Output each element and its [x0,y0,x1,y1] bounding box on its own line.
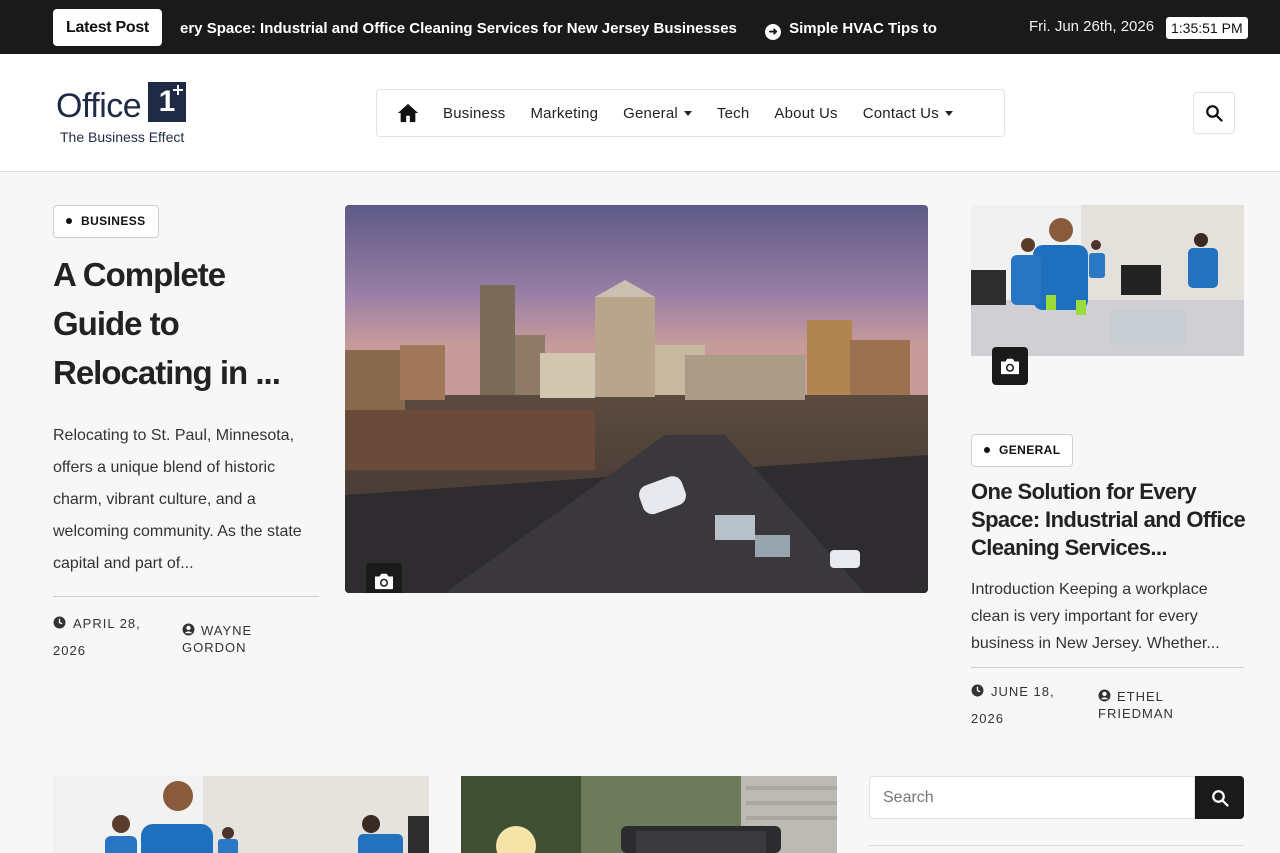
user-icon [182,623,195,636]
dot-icon [984,447,990,453]
sidebar-search-input[interactable] [869,776,1195,819]
site-header: Office 1 The Business Effect Business Ma… [0,54,1280,172]
logo-tagline: The Business Effect [60,129,185,145]
camera-badge [366,563,402,593]
search-icon [1206,105,1223,122]
post-thumbnail[interactable] [971,205,1244,356]
camera-icon [375,573,393,590]
city-skyline-image [345,205,928,593]
post-excerpt: Introduction Keeping a workplace clean i… [971,581,1220,652]
site-logo[interactable]: Office 1 The Business Effect [56,81,196,149]
home-icon[interactable] [397,102,419,124]
category-tag-general[interactable]: GENERAL [971,434,1074,467]
post-excerpt: Relocating to St. Paul, Minnesota, offer… [53,427,302,572]
divider [869,845,1244,846]
featured-post-image[interactable] [345,205,928,593]
divider [971,667,1244,668]
camera-badge [992,347,1028,385]
nav-item-tech[interactable]: Tech [717,105,750,122]
ticker-item-text: Simple HVAC Tips to [789,20,937,37]
news-ticker: ery Space: Industrial and Office Cleanin… [180,0,980,54]
hvac-unit-image [461,776,837,853]
logo-mark: 1 [148,82,186,122]
divider [53,596,319,597]
header-search-button[interactable] [1193,92,1235,134]
ticker-item-text: ery Space: Industrial and Office Cleanin… [180,20,737,37]
sidebar-search-button[interactable] [1195,776,1244,819]
caret-down-icon [683,110,692,116]
post-author[interactable]: ETHEL FRIEDMAN [1098,688,1208,722]
post-title[interactable]: One Solution for Every Space: Industrial… [971,478,1247,562]
post-date[interactable]: JUNE 18, 2026 [971,678,1081,732]
latest-post-label: Latest Post [53,9,162,46]
ticker-item[interactable]: ery Space: Industrial and Office Cleanin… [180,0,737,54]
main-navigation: Business Marketing General Tech About Us… [376,89,1005,137]
clock-icon [971,684,984,697]
logo-word: Office [56,87,142,125]
nav-item-about-us[interactable]: About Us [774,105,837,122]
top-bar: Latest Post ery Space: Industrial and Of… [0,0,1280,54]
caret-down-icon [944,110,953,116]
camera-icon [1001,358,1019,375]
clock-icon [53,616,66,629]
current-time: 1:35:51 PM [1166,17,1248,39]
nav-item-contact-us[interactable]: Contact Us [863,105,953,122]
arrow-right-icon: ➜ [765,24,782,40]
user-icon [1098,689,1111,702]
post-author[interactable]: WAYNE GORDON [182,622,292,656]
post-thumbnail[interactable] [53,776,429,853]
plus-icon [173,85,183,95]
post-date[interactable]: APRIL 28, 2026 [53,610,163,664]
cleaning-staff-image [971,205,1244,356]
nav-item-general[interactable]: General [623,105,692,122]
category-tag-business[interactable]: BUSINESS [53,205,159,238]
search-icon [1211,789,1229,807]
nav-item-marketing[interactable]: Marketing [530,105,598,122]
nav-item-business[interactable]: Business [443,105,505,122]
cleaning-staff-image [53,776,429,853]
current-date: Fri. Jun 26th, 2026 [1029,18,1155,35]
post-title[interactable]: A Complete Guide to Relocating in ... [53,250,318,397]
dot-icon [66,218,72,224]
ticker-item[interactable]: ➜ Simple HVAC Tips to [765,0,937,54]
post-thumbnail[interactable] [461,776,837,853]
